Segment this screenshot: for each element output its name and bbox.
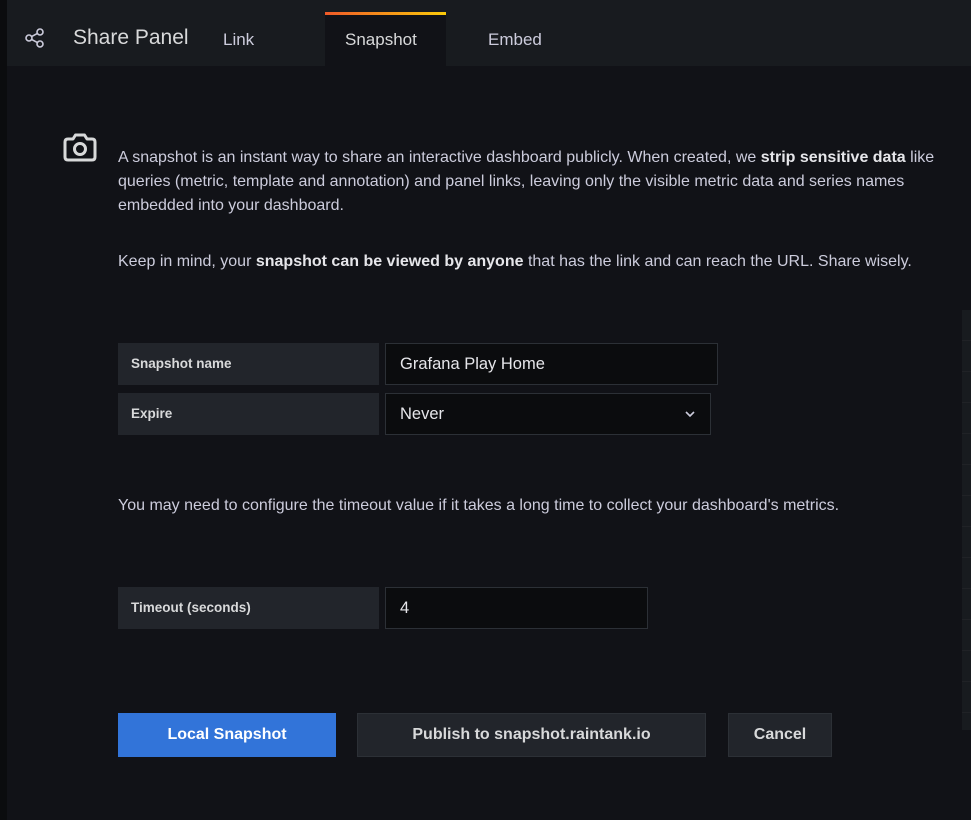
cancel-button[interactable]: Cancel — [728, 713, 832, 757]
chevron-down-icon — [685, 411, 695, 418]
timeout-note: You may need to configure the timeout va… — [118, 497, 840, 514]
expire-select-value: Never — [400, 405, 445, 423]
publish-snapshot-button[interactable]: Publish to snapshot.raintank.io — [357, 713, 706, 757]
local-snapshot-button[interactable]: Local Snapshot — [118, 713, 336, 757]
timeout-label: Timeout (seconds) — [118, 587, 379, 629]
share-panel-modal: Share Panel Link Snapshot Embed A snapsh… — [7, 0, 971, 820]
snapshot-warning: Keep in mind, your snapshot can be viewe… — [118, 253, 912, 270]
tab-embed[interactable]: Embed — [488, 30, 542, 50]
snapshot-name-input[interactable]: Grafana Play Home — [385, 343, 718, 385]
camera-icon — [63, 133, 97, 162]
tab-snapshot[interactable]: Snapshot — [345, 30, 417, 50]
share-icon — [25, 28, 44, 48]
expire-label: Expire — [118, 393, 379, 435]
scrollbar-track-lines — [962, 310, 971, 730]
modal-title: Share Panel — [73, 26, 189, 49]
snapshot-name-label: Snapshot name — [118, 343, 379, 385]
tab-active-indicator — [325, 12, 446, 15]
tab-link[interactable]: Link — [223, 30, 254, 50]
modal-header: Share Panel Link Snapshot Embed — [7, 0, 971, 66]
scrollbar[interactable] — [962, 310, 971, 730]
expire-select[interactable]: Never — [385, 393, 711, 435]
snapshot-description: A snapshot is an instant way to share an… — [118, 149, 935, 214]
timeout-input[interactable]: 4 — [385, 587, 648, 629]
